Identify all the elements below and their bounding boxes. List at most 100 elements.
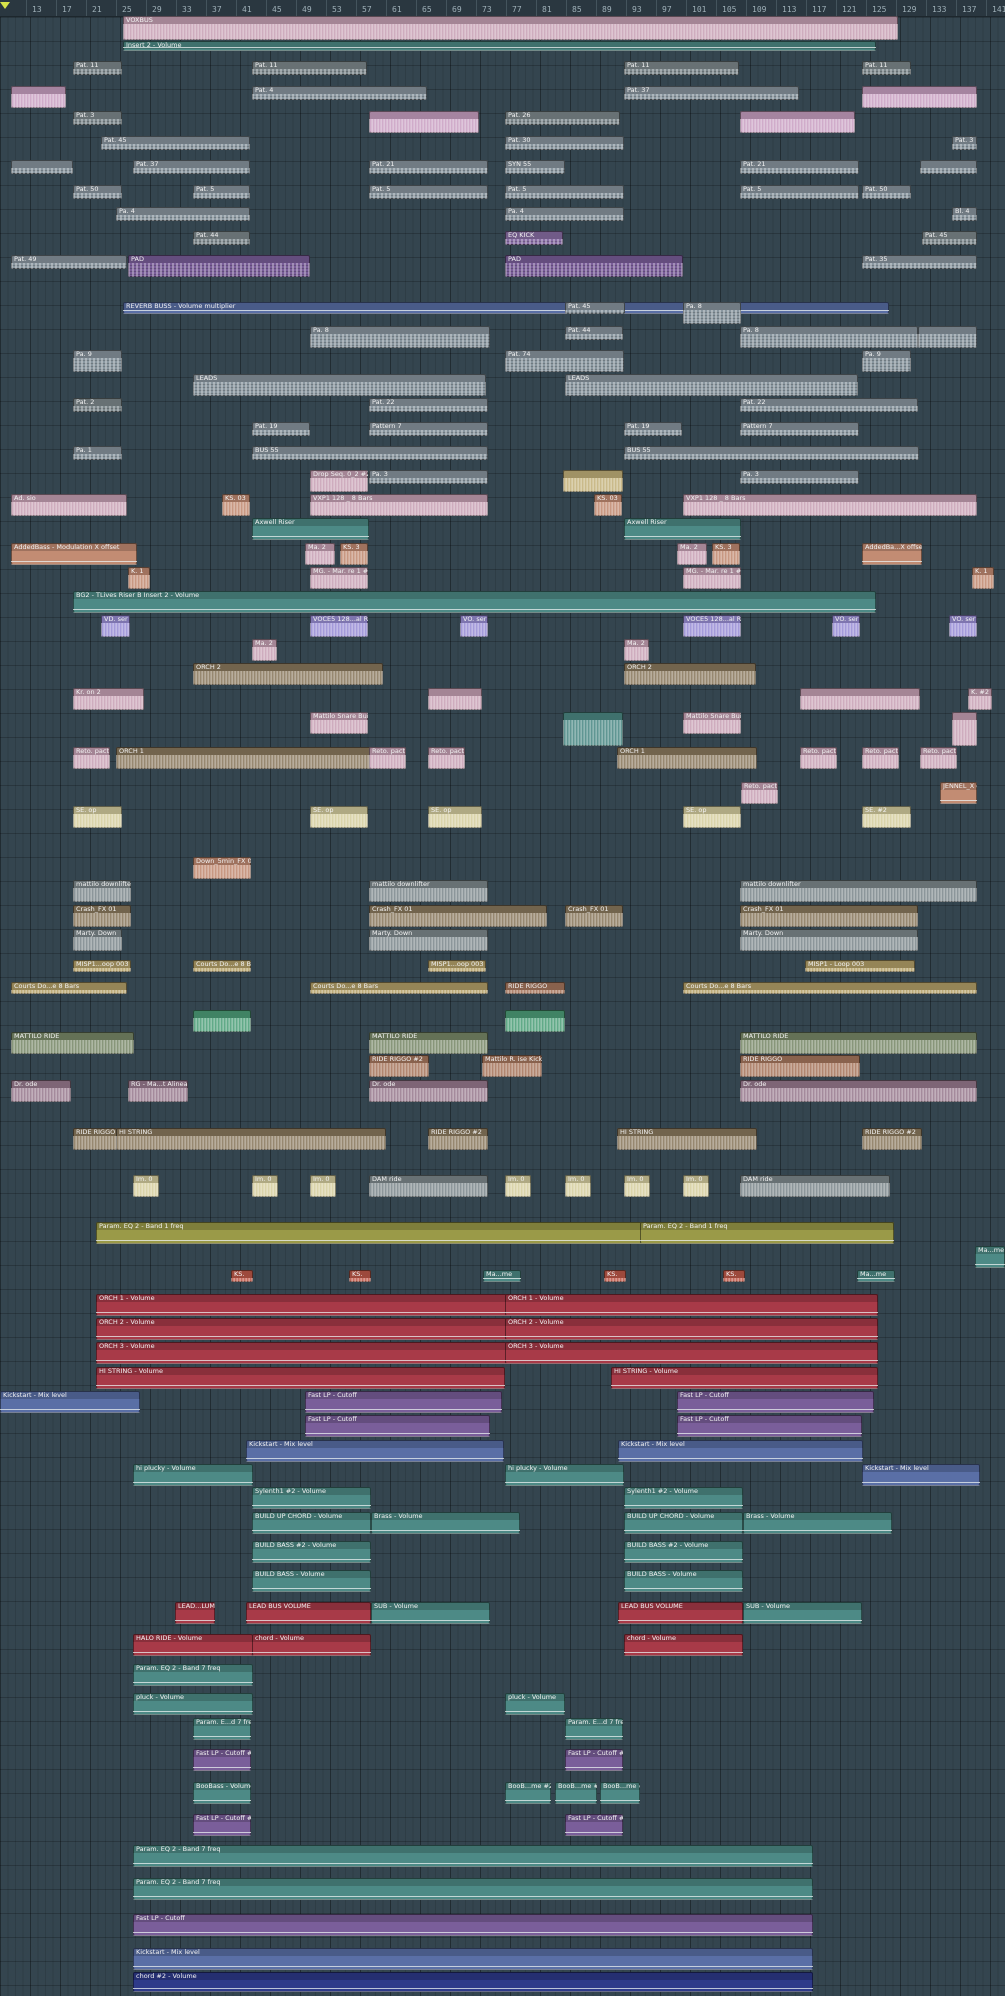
automation-clip[interactable]: Fast LP - Cutoff bbox=[133, 1914, 813, 1936]
automation-clip[interactable]: Param. E...d 7 freq bbox=[193, 1718, 251, 1740]
pattern-clip[interactable] bbox=[920, 160, 977, 174]
audio-clip[interactable]: RIDE RIGGO #2 bbox=[369, 1055, 429, 1077]
automation-clip[interactable]: Ma...me bbox=[975, 1246, 1005, 1268]
audio-clip[interactable] bbox=[428, 688, 482, 710]
audio-clip[interactable]: Im. 0 bbox=[624, 1175, 650, 1197]
audio-clip[interactable] bbox=[369, 111, 479, 133]
pattern-clip[interactable]: Pat. 21 bbox=[740, 160, 859, 174]
audio-clip[interactable]: mattilo downlifter bbox=[73, 880, 131, 902]
pattern-clip[interactable]: Pattern 7 bbox=[740, 422, 859, 436]
audio-clip[interactable]: VO. ser bbox=[460, 615, 488, 637]
audio-clip[interactable]: Marty. Down bbox=[740, 929, 918, 951]
audio-clip[interactable]: Ma. 2 bbox=[677, 543, 707, 565]
pattern-clip[interactable]: Pat. 50 bbox=[73, 185, 122, 199]
automation-clip[interactable]: Fast LP - Cutoff #3 bbox=[565, 1749, 623, 1771]
pattern-clip[interactable]: Pat. 5 bbox=[369, 185, 488, 199]
automation-clip[interactable]: Param. EQ 2 - Band 7 freq bbox=[133, 1878, 813, 1900]
audio-clip[interactable]: Marty. Down bbox=[369, 929, 488, 951]
pattern-clip[interactable]: Pat. 21 bbox=[369, 160, 488, 174]
audio-clip[interactable]: RG - Ma...t Alinea bbox=[128, 1080, 188, 1102]
audio-clip[interactable]: Dr. ode bbox=[740, 1080, 977, 1102]
audio-clip[interactable]: MATTILO RIDE bbox=[11, 1032, 134, 1054]
pattern-clip[interactable]: Pat. 3 bbox=[952, 136, 977, 150]
audio-clip[interactable]: Crash_FX 01 bbox=[369, 905, 547, 927]
pattern-clip[interactable]: Pa. 8 bbox=[740, 326, 918, 348]
pattern-clip[interactable]: Pat. 19 bbox=[624, 422, 682, 436]
automation-clip[interactable]: AddedBass - Modulation X offset bbox=[11, 543, 137, 565]
audio-clip[interactable]: KS. 3 bbox=[712, 543, 740, 565]
audio-clip[interactable]: Crash_FX 01 bbox=[565, 905, 623, 927]
automation-clip[interactable]: Fast LP - Cutoff bbox=[677, 1391, 874, 1413]
audio-clip[interactable]: MISP1...oop 003 bbox=[428, 960, 486, 972]
audio-clip[interactable]: MISP1 - Loop 003 bbox=[805, 960, 915, 972]
audio-clip[interactable]: Im. 0 bbox=[310, 1175, 336, 1197]
automation-clip[interactable]: Fast LP - Cutoff bbox=[305, 1415, 490, 1437]
pattern-clip[interactable]: Pa. 4 bbox=[505, 207, 624, 221]
automation-clip[interactable]: HI STRING - Volume bbox=[611, 1367, 878, 1389]
audio-clip[interactable]: Ma. 2 bbox=[305, 543, 335, 565]
audio-clip[interactable]: Crash_FX 01 bbox=[73, 905, 131, 927]
timeline-ruler[interactable]: 13 17 21 25 29 33 37 41 45 49 53 57 61 65 69 73 77 81 85 89… bbox=[0, 0, 1005, 17]
audio-clip[interactable]: KS. bbox=[231, 1270, 253, 1282]
pattern-clip[interactable]: Pat. 5 bbox=[505, 185, 624, 199]
audio-clip[interactable] bbox=[563, 712, 623, 746]
audio-clip[interactable]: K. #2 bbox=[968, 688, 992, 710]
pattern-clip[interactable]: Pa. 9 bbox=[73, 350, 122, 372]
automation-clip[interactable]: BG2 - TLives Riser B Insert 2 - Volume bbox=[73, 591, 876, 613]
audio-clip[interactable]: ORCH 1 bbox=[116, 747, 406, 769]
audio-clip[interactable]: Ma. 2 bbox=[624, 639, 649, 661]
automation-clip[interactable]: Kickstart - Mix level bbox=[0, 1391, 140, 1413]
pattern-clip[interactable]: Pat. 22 bbox=[369, 398, 488, 412]
automation-clip[interactable]: LEAD BUS VOLUME bbox=[246, 1602, 371, 1624]
audio-clip[interactable]: Mattilo Snare Build bbox=[683, 712, 741, 734]
pattern-clip[interactable]: Pat. 37 bbox=[624, 86, 799, 100]
automation-clip[interactable]: ORCH 1 - Volume bbox=[505, 1294, 878, 1316]
audio-clip[interactable]: Ad. sio bbox=[11, 494, 127, 516]
pattern-clip[interactable]: Pat. 74 bbox=[505, 350, 624, 372]
automation-clip[interactable]: LEAD...LUME bbox=[175, 1602, 215, 1624]
automation-clip[interactable]: Insert 2 - Volume bbox=[123, 41, 876, 51]
automation-clip[interactable]: Kickstart - Mix level bbox=[862, 1464, 980, 1486]
audio-clip[interactable]: RIDE RIGGO #2 bbox=[862, 1128, 922, 1150]
automation-clip[interactable]: Fast LP - Cutoff bbox=[305, 1391, 502, 1413]
audio-clip[interactable]: Courts Do...e 8 Bars bbox=[683, 982, 977, 994]
automation-clip[interactable]: SUB - Volume bbox=[743, 1602, 862, 1624]
audio-clip[interactable]: ORCH 2 bbox=[193, 663, 383, 685]
pattern-clip[interactable]: Pattern 7 bbox=[369, 422, 488, 436]
pattern-clip[interactable]: SYN 55 bbox=[505, 160, 565, 174]
automation-clip[interactable]: AddedBa...X offset bbox=[862, 543, 922, 565]
automation-clip[interactable]: Param. EQ 2 - Band 7 freq bbox=[133, 1664, 253, 1686]
automation-clip[interactable]: BUILD BASS #2 - Volume bbox=[252, 1541, 371, 1563]
pattern-clip[interactable]: Pa. 8 bbox=[310, 326, 490, 348]
pattern-clip[interactable]: LEADS bbox=[565, 374, 858, 396]
pattern-clip[interactable]: Pat. 50 bbox=[862, 185, 911, 199]
pattern-clip[interactable]: Pa. 4 bbox=[116, 207, 250, 221]
pattern-clip[interactable]: PAD bbox=[505, 255, 683, 277]
audio-clip[interactable]: K. 1 bbox=[972, 567, 994, 589]
automation-clip[interactable]: Sylenth1 #2 - Volume bbox=[252, 1487, 371, 1509]
audio-clip[interactable]: RIDE RIGGO #2 bbox=[428, 1128, 488, 1150]
automation-clip[interactable]: hi plucky - Volume bbox=[505, 1464, 624, 1486]
audio-clip[interactable]: Reto. pact bbox=[862, 747, 899, 769]
audio-clip[interactable]: MISP1...oop 003 bbox=[73, 960, 131, 972]
audio-clip[interactable]: Im. 0 bbox=[683, 1175, 709, 1197]
audio-clip[interactable]: KS. bbox=[723, 1270, 745, 1282]
pattern-clip[interactable]: Pa. 9 bbox=[862, 350, 911, 372]
pattern-clip[interactable]: Pat. 49 bbox=[11, 255, 127, 269]
audio-clip[interactable]: SE. op bbox=[683, 806, 741, 828]
audio-clip[interactable]: RIDE RIGGO bbox=[73, 1128, 117, 1150]
audio-clip[interactable]: Mattilo R. ise Kick 1 bbox=[482, 1055, 542, 1077]
audio-clip[interactable]: Ma. 2 bbox=[252, 639, 277, 661]
pattern-clip[interactable]: PAD bbox=[128, 255, 310, 277]
pattern-clip[interactable]: Pat. 19 bbox=[252, 422, 310, 436]
automation-clip[interactable]: chord #2 - Volume bbox=[133, 1972, 813, 1992]
audio-clip[interactable]: VOCE5 128...al Riser bbox=[683, 615, 741, 637]
pattern-clip[interactable]: Pat. 45 bbox=[101, 136, 250, 150]
audio-clip[interactable]: RIDE RIGGO bbox=[740, 1055, 860, 1077]
automation-clip[interactable]: BooB...me #2 bbox=[505, 1782, 551, 1804]
pattern-clip[interactable]: Pat. 2 bbox=[73, 398, 122, 412]
automation-clip[interactable]: HI STRING - Volume bbox=[96, 1367, 505, 1389]
automation-clip[interactable]: Param. E...d 7 freq bbox=[565, 1718, 623, 1740]
automation-clip[interactable]: BooB...me #2 bbox=[600, 1782, 640, 1804]
audio-clip[interactable]: VD. ser bbox=[101, 615, 130, 637]
